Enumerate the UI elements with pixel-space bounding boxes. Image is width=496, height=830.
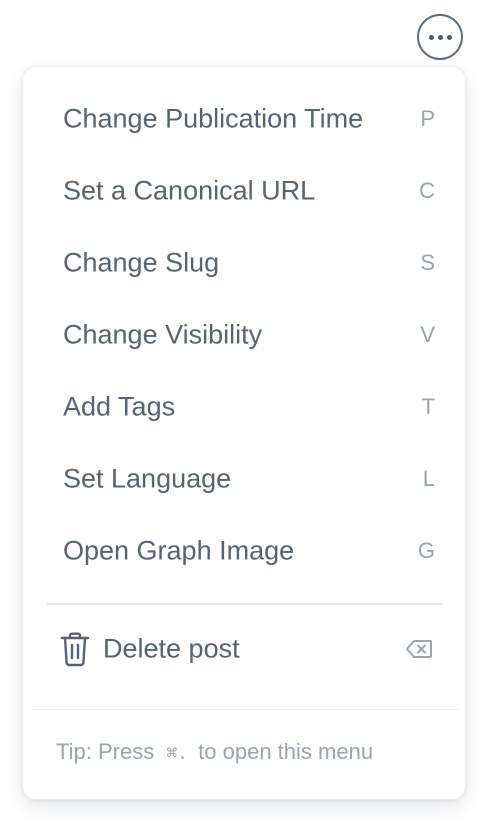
menu-item-label: Set Language <box>63 463 232 494</box>
more-horizontal-icon <box>428 34 434 40</box>
menu-item-label: Open Graph Image <box>63 535 295 566</box>
menu-item-set-language[interactable]: Set Language L <box>23 449 467 509</box>
menu-divider <box>47 603 443 605</box>
trash-icon <box>60 632 90 667</box>
tip-prefix: Tip: Press <box>56 739 155 764</box>
menu-item-label: Add Tags <box>63 391 176 422</box>
menu-item-label: Change Publication Time <box>63 103 364 134</box>
menu-item-label: Change Visibility <box>63 319 263 350</box>
menu-item-add-tags[interactable]: Add Tags T <box>23 377 467 437</box>
shortcut-key: G <box>417 538 435 563</box>
tip-keyboard-shortcut: ⌘. <box>166 743 189 764</box>
menu-item-open-graph-image[interactable]: Open Graph Image G <box>23 521 467 581</box>
more-dot <box>437 34 443 40</box>
menu-item-change-publication-time[interactable]: Change Publication Time P <box>23 89 467 149</box>
more-dot <box>446 34 452 40</box>
shortcut-key: C <box>419 178 435 203</box>
tip-suffix: to open this menu <box>198 739 374 764</box>
tip-divider <box>31 709 459 710</box>
shortcut-key: V <box>420 322 435 347</box>
menu-tip: Tip: Press ⌘. to open this menu <box>56 739 373 765</box>
shortcut-key: T <box>421 394 435 419</box>
shortcut-key: P <box>420 106 435 131</box>
more-options-button[interactable] <box>417 14 463 60</box>
shortcut-key: S <box>420 250 435 275</box>
delete-post-button[interactable]: Delete post <box>23 619 467 679</box>
shortcut-key: L <box>422 466 435 491</box>
menu-item-label: Set a Canonical URL <box>63 175 316 206</box>
menu-item-label: Change Slug <box>63 247 220 278</box>
backspace-icon <box>406 640 432 658</box>
menu-item-change-visibility[interactable]: Change Visibility V <box>23 305 467 365</box>
delete-post-label: Delete post <box>103 633 240 664</box>
menu-item-change-slug[interactable]: Change Slug S <box>23 233 467 293</box>
post-options-menu: Change Publication Time P Set a Canonica… <box>22 66 466 800</box>
menu-item-set-canonical-url[interactable]: Set a Canonical URL C <box>23 161 467 221</box>
